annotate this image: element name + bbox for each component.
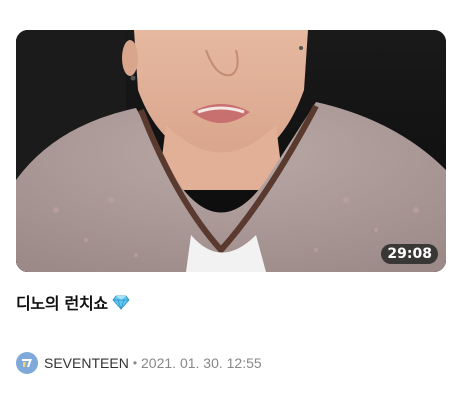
diamond-gem-icon [112,293,130,311]
channel-name[interactable]: SEVENTEEN [44,355,129,371]
meta-separator: • [132,356,138,370]
duration-badge: 29:08 [381,244,438,264]
upload-date: 2021. 01. 30. 12:55 [141,355,262,371]
video-meta: SEVENTEEN • 2021. 01. 30. 12:55 [16,352,262,374]
video-title-link[interactable]: 디노의 런치쇼 [16,290,130,314]
video-thumbnail[interactable]: 29:08 [16,30,446,272]
thumbnail-image [16,30,446,272]
video-card: 29:08 디노의 런치쇼 SEVENTEEN • 2021. 01. 30. … [0,0,460,400]
video-title: 디노의 런치쇼 [16,294,108,313]
seventeen-logo-icon[interactable] [16,352,38,374]
